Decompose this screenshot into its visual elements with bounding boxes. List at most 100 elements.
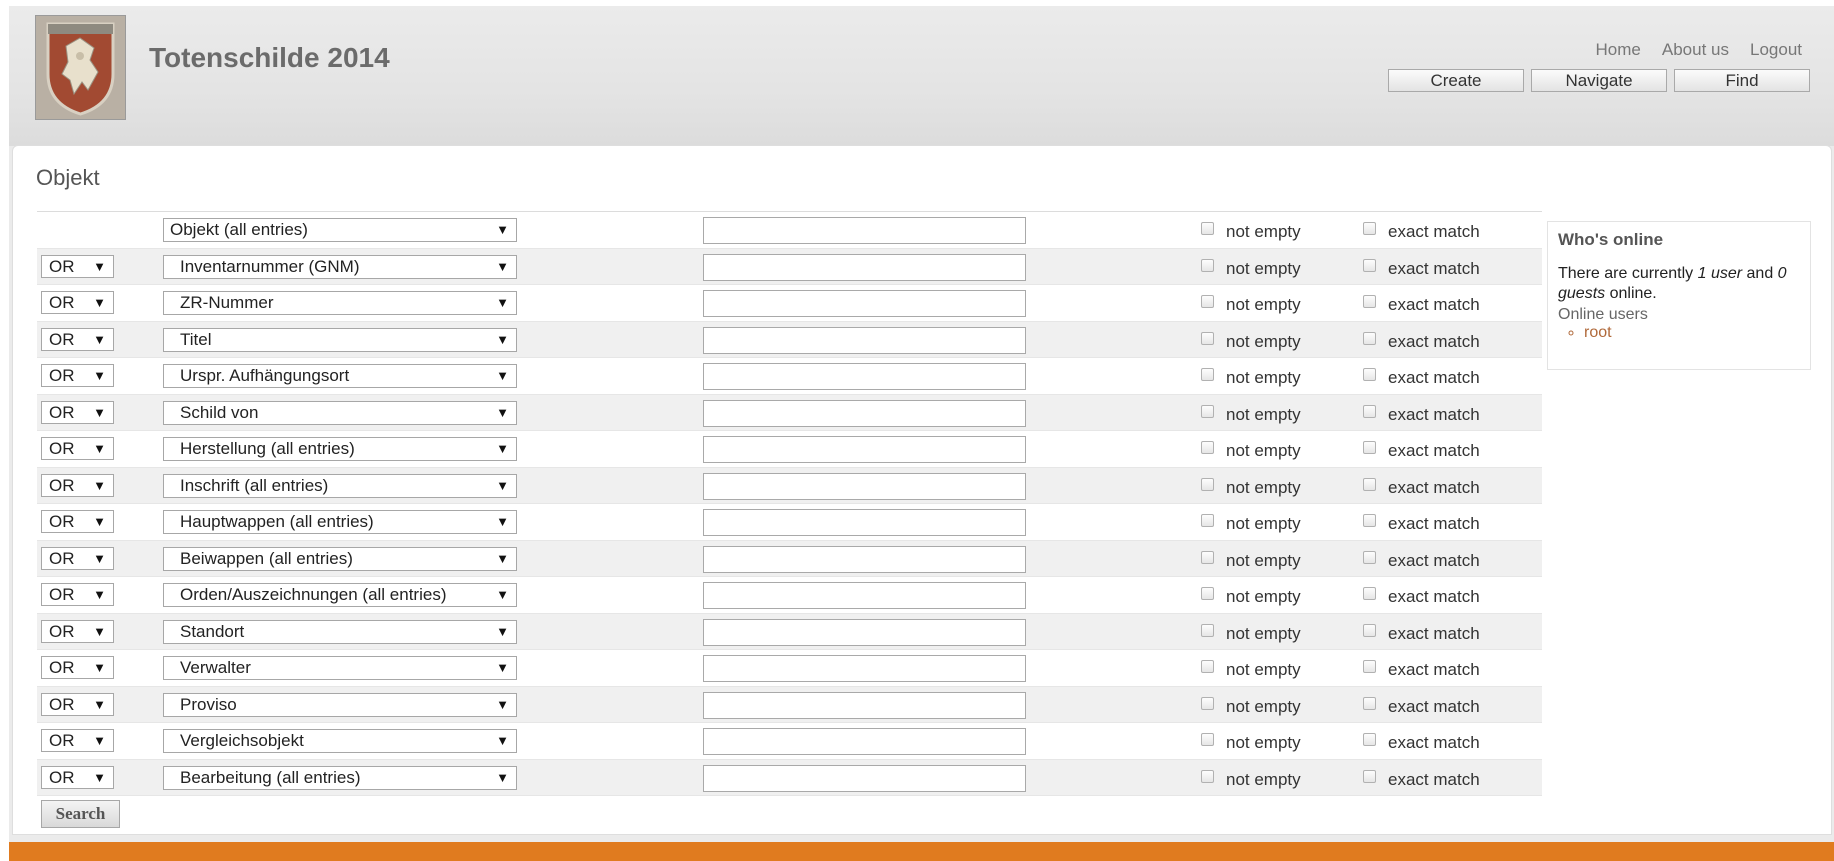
not-empty-checkbox[interactable] xyxy=(1201,769,1214,783)
not-empty-checkbox[interactable] xyxy=(1201,477,1214,491)
menu-link-logout[interactable]: Logout xyxy=(1750,40,1802,60)
operator-select[interactable]: OR ▼ xyxy=(41,437,114,460)
field-select[interactable]: Orden/Auszeichnungen (all entries) ▼ xyxy=(163,583,517,607)
not-empty-checkbox[interactable] xyxy=(1201,550,1214,564)
operator-select[interactable]: OR ▼ xyxy=(41,546,114,570)
field-select[interactable]: Hauptwappen (all entries) ▼ xyxy=(163,510,517,534)
field-select[interactable]: Titel ▼ xyxy=(163,327,517,352)
create-button[interactable]: Create xyxy=(1388,69,1524,92)
not-empty-label: not empty xyxy=(1226,222,1301,241)
exact-match-checkbox[interactable] xyxy=(1363,514,1376,527)
operator-select[interactable]: OR ▼ xyxy=(41,400,114,424)
triangle-down-icon: ▼ xyxy=(496,404,509,420)
exact-match-checkbox[interactable] xyxy=(1363,258,1376,272)
operator-select[interactable]: OR ▼ xyxy=(41,291,114,314)
not-empty-checkbox[interactable] xyxy=(1201,222,1214,235)
search-value-input[interactable] xyxy=(703,217,1026,244)
online-users-list: root xyxy=(1558,324,1800,342)
exact-match-checkbox[interactable] xyxy=(1363,441,1376,454)
operator-select[interactable]: OR ▼ xyxy=(41,254,114,278)
operator-select[interactable]: OR ▼ xyxy=(41,619,114,643)
search-value-input[interactable] xyxy=(703,399,1026,427)
search-value-input[interactable] xyxy=(703,764,1026,792)
navigate-button[interactable]: Navigate xyxy=(1531,69,1667,92)
not-empty-checkbox[interactable] xyxy=(1201,441,1214,454)
field-select-value: Titel xyxy=(180,329,212,349)
online-user-link[interactable]: root xyxy=(1584,324,1800,342)
search-value-input[interactable] xyxy=(703,290,1026,317)
field-select[interactable]: Herstellung (all entries) ▼ xyxy=(163,437,517,461)
exact-match-checkbox[interactable] xyxy=(1363,660,1376,673)
exact-match-checkbox[interactable] xyxy=(1363,769,1376,783)
search-value-input[interactable] xyxy=(703,618,1026,646)
field-select-value: Standort xyxy=(180,621,245,641)
not-empty-checkbox[interactable] xyxy=(1201,696,1214,710)
not-empty-checkbox[interactable] xyxy=(1201,660,1214,673)
operator-select[interactable]: OR ▼ xyxy=(41,473,114,497)
search-value-input[interactable] xyxy=(703,509,1026,536)
exact-match-checkbox[interactable] xyxy=(1363,295,1376,308)
triangle-down-icon: ▼ xyxy=(93,331,106,347)
menu-link-home[interactable]: Home xyxy=(1596,40,1641,60)
operator-select[interactable]: OR ▼ xyxy=(41,327,114,351)
main-content: Objekt Objekt (all entries) ▼ not empty e… xyxy=(12,145,1832,835)
not-empty-checkbox[interactable] xyxy=(1201,733,1214,746)
search-value-input[interactable] xyxy=(703,436,1026,463)
exact-match-label: exact match xyxy=(1388,295,1480,314)
field-select[interactable]: Proviso ▼ xyxy=(163,692,517,717)
exact-match-checkbox[interactable] xyxy=(1363,222,1376,235)
operator-select[interactable]: OR ▼ xyxy=(41,692,114,716)
search-value-input[interactable] xyxy=(703,691,1026,719)
operator-select[interactable]: OR ▼ xyxy=(41,510,114,533)
not-empty-checkbox[interactable] xyxy=(1201,258,1214,272)
online-summary: There are currently 1 user and 0 guests … xyxy=(1558,264,1800,304)
not-empty-checkbox[interactable] xyxy=(1201,331,1214,345)
field-select[interactable]: Schild von ▼ xyxy=(163,400,517,425)
menu-link-about-us[interactable]: About us xyxy=(1662,40,1729,60)
exact-match-checkbox[interactable] xyxy=(1363,331,1376,345)
operator-select[interactable]: OR ▼ xyxy=(41,656,114,679)
search-value-input[interactable] xyxy=(703,363,1026,390)
exact-match-checkbox[interactable] xyxy=(1363,696,1376,710)
search-row: OR ▼ Herstellung (all entries) ▼ not empty… xyxy=(37,431,1542,468)
site-logo[interactable] xyxy=(35,15,126,120)
exact-match-checkbox[interactable] xyxy=(1363,623,1376,637)
search-value-input[interactable] xyxy=(703,326,1026,354)
search-value-input[interactable] xyxy=(703,728,1026,755)
operator-select[interactable]: OR ▼ xyxy=(41,765,114,789)
search-value-input[interactable] xyxy=(703,545,1026,573)
operator-select[interactable]: OR ▼ xyxy=(41,729,114,752)
triangle-down-icon: ▼ xyxy=(496,660,509,675)
site-name[interactable]: Totenschilde 2014 xyxy=(149,42,390,74)
field-select[interactable]: Objekt (all entries) ▼ xyxy=(163,218,517,242)
not-empty-checkbox[interactable] xyxy=(1201,623,1214,637)
field-select[interactable]: Urspr. Aufhängungsort ▼ xyxy=(163,364,517,388)
exact-match-checkbox[interactable] xyxy=(1363,733,1376,746)
exact-match-checkbox[interactable] xyxy=(1363,550,1376,564)
operator-select[interactable]: OR ▼ xyxy=(41,364,114,387)
find-button[interactable]: Find xyxy=(1674,69,1810,92)
exact-match-checkbox[interactable] xyxy=(1363,404,1376,418)
search-button[interactable]: Search xyxy=(41,800,120,828)
field-select[interactable]: Standort ▼ xyxy=(163,619,517,644)
not-empty-checkbox[interactable] xyxy=(1201,404,1214,418)
exact-match-checkbox[interactable] xyxy=(1363,477,1376,491)
not-empty-checkbox[interactable] xyxy=(1201,514,1214,527)
search-value-input[interactable] xyxy=(703,582,1026,609)
exact-match-checkbox[interactable] xyxy=(1363,368,1376,381)
field-select[interactable]: ZR-Nummer ▼ xyxy=(163,291,517,315)
not-empty-checkbox[interactable] xyxy=(1201,368,1214,381)
field-select[interactable]: Verwalter ▼ xyxy=(163,656,517,680)
exact-match-checkbox[interactable] xyxy=(1363,587,1376,600)
search-value-input[interactable] xyxy=(703,472,1026,500)
not-empty-checkbox[interactable] xyxy=(1201,587,1214,600)
search-value-input[interactable] xyxy=(703,655,1026,682)
field-select[interactable]: Beiwappen (all entries) ▼ xyxy=(163,546,517,571)
field-select[interactable]: Bearbeitung (all entries) ▼ xyxy=(163,765,517,790)
field-select[interactable]: Inventarnummer (GNM) ▼ xyxy=(163,254,517,279)
operator-select[interactable]: OR ▼ xyxy=(41,583,114,606)
field-select[interactable]: Inschrift (all entries) ▼ xyxy=(163,473,517,498)
field-select[interactable]: Vergleichsobjekt ▼ xyxy=(163,729,517,753)
search-value-input[interactable] xyxy=(703,253,1026,281)
not-empty-checkbox[interactable] xyxy=(1201,295,1214,308)
